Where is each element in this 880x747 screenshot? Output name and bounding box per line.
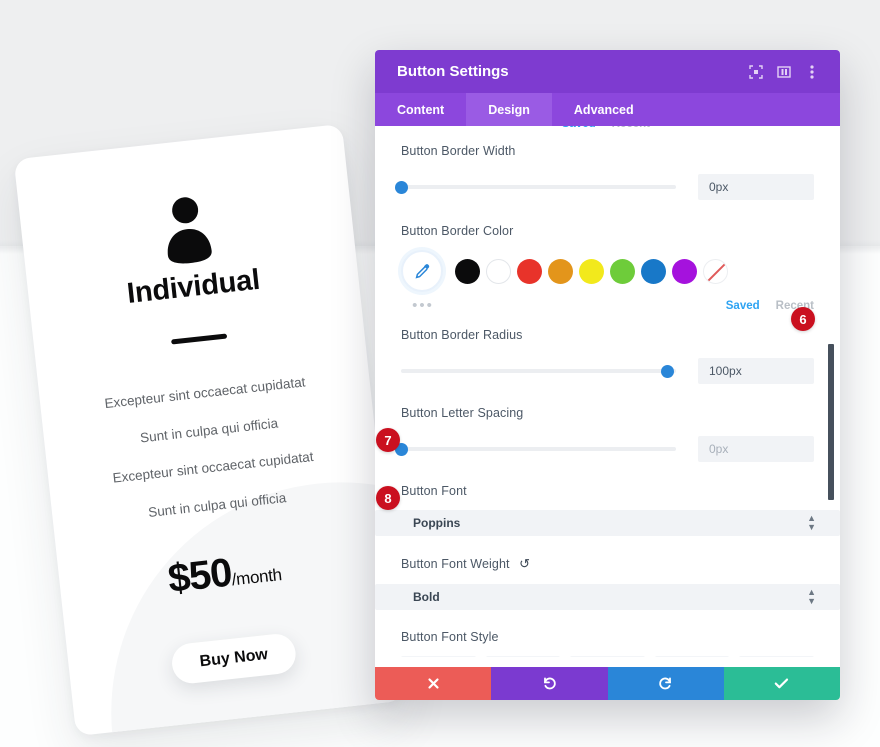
field-label-border-color: Button Border Color <box>401 224 514 238</box>
pricing-card: Individual Excepteur sint occaecat cupid… <box>13 123 405 737</box>
field-label-border-width: Button Border Width <box>401 144 516 158</box>
button-font-select[interactable]: Poppins ▲ ▼ <box>375 510 840 536</box>
field-border-color: Button Border Color ••• Saved Recent <box>375 200 840 314</box>
card-feature-item: Excepteur sint occaecat cupidatat <box>103 374 307 412</box>
field-letter-spacing: Button Letter Spacing 0px <box>375 384 840 462</box>
card-divider <box>171 333 228 345</box>
letter-spacing-value[interactable]: 0px <box>698 436 814 462</box>
more-vertical-icon[interactable] <box>798 58 826 86</box>
saved-colors-link[interactable]: Saved <box>726 300 760 312</box>
letter-spacing-slider[interactable] <box>394 442 676 456</box>
modal-tab-bar: Content Design Advanced <box>375 93 840 126</box>
tab-content[interactable]: Content <box>375 93 466 126</box>
modal-body: Saved Recent Button Border Width 0px Butt… <box>375 126 840 657</box>
border-radius-slider-knob[interactable] <box>661 364 675 378</box>
border-radius-value[interactable]: 100px <box>698 358 814 384</box>
small-caps-button[interactable]: Tᴛ <box>570 656 645 657</box>
card-feature-item: Sunt in culpa qui officia <box>147 489 287 520</box>
modal-titlebar: Button Settings <box>375 50 840 93</box>
clipped-palette-row: Saved Recent <box>375 126 840 138</box>
field-button-font-weight: Button Font Weight ↺ Bold ▲ ▼ <box>375 536 840 610</box>
color-swatch-red[interactable] <box>517 258 542 284</box>
step-badge-7: 7 <box>376 428 400 452</box>
button-font-weight-value: Bold <box>413 590 440 604</box>
border-width-value[interactable]: 0px <box>698 174 814 200</box>
chevron-updown-icon: ▲ ▼ <box>807 587 816 606</box>
color-swatch-black[interactable] <box>455 258 480 284</box>
redo-button[interactable] <box>607 667 724 700</box>
card-feature-list: Excepteur sint occaecat cupidatat Sunt i… <box>40 368 384 553</box>
color-swatch-white[interactable] <box>486 258 511 284</box>
color-swatch-blue[interactable] <box>641 258 666 284</box>
card-feature-item: Excepteur sint occaecat cupidatat <box>111 448 315 486</box>
font-style-button-group: I TT Tᴛ U S <box>401 656 814 657</box>
card-feature-item: Sunt in culpa qui officia <box>139 415 279 445</box>
uppercase-button[interactable]: TT <box>485 656 561 657</box>
font-weight-label-text: Button Font Weight <box>401 557 510 571</box>
cancel-button[interactable] <box>375 667 492 700</box>
color-swatch-purple[interactable] <box>672 258 697 284</box>
expand-icon[interactable] <box>742 58 770 86</box>
field-button-font: Button Font Poppins ▲ ▼ <box>375 462 840 536</box>
strikethrough-button[interactable]: S <box>739 656 814 657</box>
color-swatch-yellow[interactable] <box>579 258 604 284</box>
field-button-font-style: Button Font Style I TT Tᴛ U S <box>375 610 840 657</box>
field-label-border-radius: Button Border Radius <box>401 328 523 342</box>
card-price-amount: $50 <box>165 550 234 602</box>
swatch-meta-row: ••• Saved Recent <box>401 297 814 314</box>
color-swatch-green[interactable] <box>610 258 635 284</box>
buy-now-button[interactable]: Buy Now <box>170 632 298 686</box>
modal-title: Button Settings <box>397 63 509 80</box>
undo-button[interactable] <box>491 667 608 700</box>
border-width-slider[interactable] <box>394 180 676 194</box>
save-button[interactable] <box>723 667 840 700</box>
field-label-letter-spacing: Button Letter Spacing <box>401 406 524 420</box>
field-label-button-font-style: Button Font Style <box>401 630 499 644</box>
color-swatch-orange[interactable] <box>548 258 573 284</box>
step-badge-6: 6 <box>791 307 815 331</box>
modal-scrollbar[interactable] <box>827 126 835 657</box>
field-label-button-font: Button Font <box>401 484 467 498</box>
eyedropper-icon[interactable] <box>401 250 443 292</box>
button-font-value: Poppins <box>413 516 461 530</box>
pricing-card-preview: Individual Excepteur sint occaecat cupid… <box>13 123 405 737</box>
clipped-recent-label[interactable]: Recent <box>612 126 650 130</box>
field-border-radius: Button Border Radius 100px <box>375 314 840 384</box>
field-label-button-font-weight: Button Font Weight ↺ <box>401 556 814 572</box>
underline-button[interactable]: U <box>654 656 730 657</box>
border-radius-slider[interactable] <box>401 364 676 378</box>
color-swatch-transparent[interactable] <box>703 258 728 284</box>
border-width-slider-knob[interactable] <box>394 180 408 194</box>
tab-design[interactable]: Design <box>466 93 552 126</box>
reset-icon[interactable]: ↺ <box>519 556 530 571</box>
more-colors-icon[interactable]: ••• <box>401 297 445 314</box>
modal-action-bar <box>375 667 840 700</box>
button-settings-modal: Button Settings Content Design Advanced … <box>375 50 840 700</box>
chevron-updown-icon: ▲ ▼ <box>807 513 816 532</box>
step-badge-8: 8 <box>376 486 400 510</box>
modal-scrollbar-thumb[interactable] <box>828 344 834 500</box>
italic-button[interactable]: I <box>401 656 476 657</box>
layout-icon[interactable] <box>770 58 798 86</box>
card-price-period: /month <box>230 565 283 590</box>
button-font-weight-select[interactable]: Bold ▲ ▼ <box>375 584 840 610</box>
clipped-saved-label[interactable]: Saved <box>562 126 596 130</box>
tab-advanced[interactable]: Advanced <box>552 93 656 126</box>
color-swatch-row <box>401 250 814 292</box>
